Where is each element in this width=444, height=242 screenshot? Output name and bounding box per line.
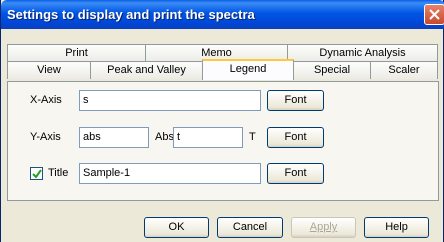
tab-peak-and-valley[interactable]: Peak and Valley <box>90 61 203 79</box>
tab-scaler[interactable]: Scaler <box>370 61 438 79</box>
title-font-button[interactable]: Font <box>267 163 324 184</box>
title-field[interactable]: Sample-1 <box>79 163 261 184</box>
x-axis-field[interactable]: s <box>79 90 261 111</box>
apply-button[interactable]: Apply <box>291 217 356 238</box>
y-axis-field[interactable]: abs <box>79 127 149 148</box>
tab-legend[interactable]: Legend <box>202 59 294 80</box>
x-axis-font-button[interactable]: Font <box>267 90 324 111</box>
tab-special[interactable]: Special <box>293 61 371 79</box>
title-checkbox[interactable] <box>30 167 43 180</box>
x-axis-label: X-Axis <box>30 94 62 106</box>
tab-dynamic-analysis[interactable]: Dynamic Analysis <box>287 44 438 62</box>
settings-dialog: Settings to display and print the spectr… <box>0 0 444 242</box>
tab-print[interactable]: Print <box>7 44 146 62</box>
ok-button[interactable]: OK <box>144 217 209 238</box>
title-bar[interactable]: Settings to display and print the spectr… <box>1 0 444 29</box>
y-axis-unit-field[interactable]: t <box>173 127 243 148</box>
y-axis-unit-label: Abs <box>155 131 174 143</box>
y-axis-label: Y-Axis <box>30 131 61 143</box>
title-label: Title <box>48 167 69 179</box>
window-title: Settings to display and print the spectr… <box>7 7 255 22</box>
y-axis-font-button[interactable]: Font <box>267 127 324 148</box>
cancel-button[interactable]: Cancel <box>217 217 283 238</box>
checkmark-icon <box>32 169 42 179</box>
tab-strip: Print Memo Dynamic Analysis View Peak an… <box>1 30 444 80</box>
close-icon <box>429 9 440 20</box>
y-axis-suffix-label: T <box>249 131 256 143</box>
tab-view[interactable]: View <box>7 61 91 79</box>
legend-panel: X-Axis s Font Y-Axis abs Abs t T Font Ti… <box>7 81 439 201</box>
close-button[interactable] <box>424 4 444 25</box>
help-button[interactable]: Help <box>364 217 429 238</box>
